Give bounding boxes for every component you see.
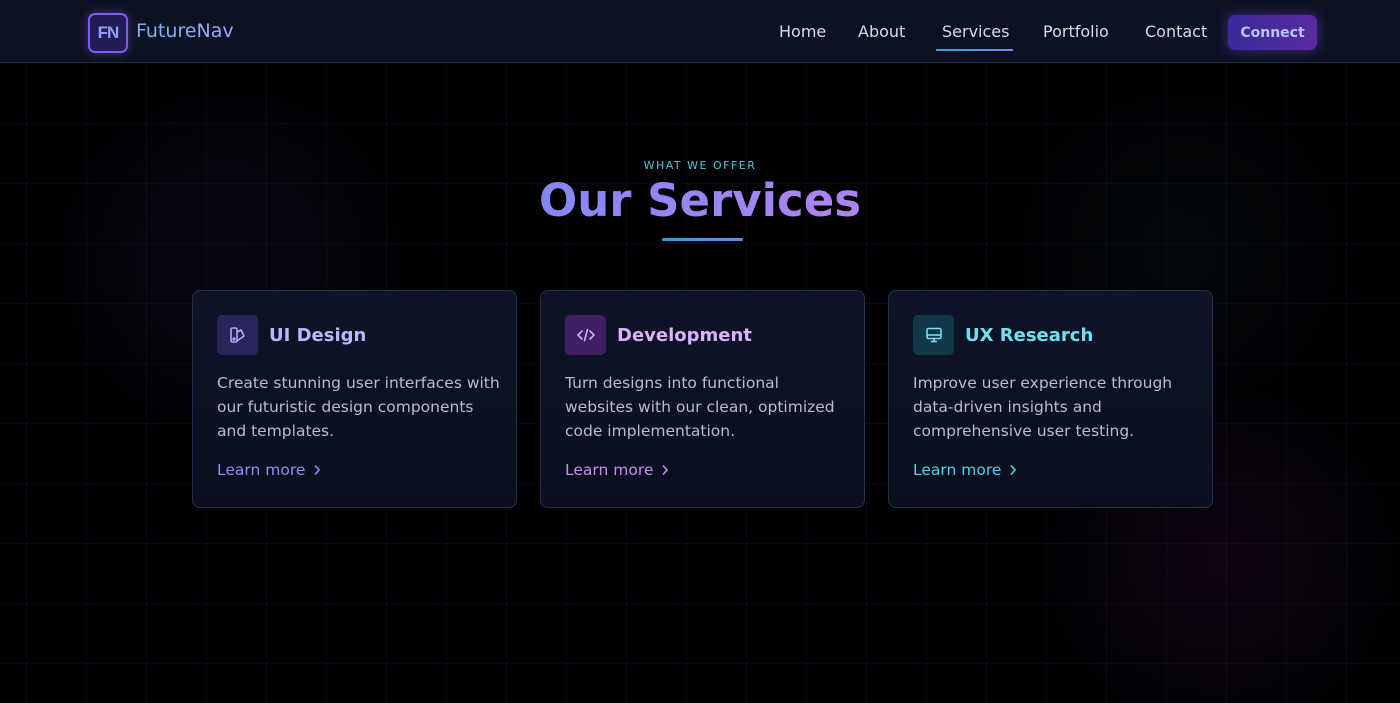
nav-link-services[interactable]: Services — [942, 22, 1009, 41]
card-description: Create stunning user interfaces with our… — [217, 374, 500, 440]
brand-name[interactable]: FutureNav — [136, 20, 234, 42]
card-title: UX Research — [965, 325, 1094, 346]
nav-link-contact[interactable]: Contact — [1145, 22, 1207, 41]
learn-more-link[interactable]: Learn more — [913, 461, 1017, 479]
learn-more-label: Learn more — [217, 461, 306, 479]
palette-icon — [229, 327, 245, 343]
page: FN FutureNav Home About Services Portfol… — [0, 0, 1400, 703]
card-title: UI Design — [269, 325, 367, 346]
service-card-development: Development Turn designs into functional… — [540, 290, 865, 508]
connect-button[interactable]: Connect — [1228, 15, 1317, 50]
card-description: Improve user experience through data-dri… — [913, 374, 1173, 440]
learn-more-label: Learn more — [565, 461, 654, 479]
chevron-right-icon — [662, 464, 669, 476]
nav-link-about[interactable]: About — [858, 22, 905, 41]
ux-research-icon-box — [913, 315, 954, 355]
learn-more-label: Learn more — [913, 461, 1002, 479]
code-icon — [576, 328, 595, 342]
learn-more-link[interactable]: Learn more — [217, 461, 321, 479]
service-card-ui-design: UI Design Create stunning user interface… — [192, 290, 517, 508]
nav-link-portfolio[interactable]: Portfolio — [1043, 22, 1109, 41]
brand-name-part1: Future — [136, 20, 197, 42]
section-title: Our Services — [0, 174, 1400, 227]
ui-design-icon-box — [217, 315, 258, 355]
development-icon-box — [565, 315, 606, 355]
chevron-right-icon — [314, 464, 321, 476]
logo-text: FN — [97, 23, 120, 42]
title-underline — [662, 238, 743, 241]
section-eyebrow: WHAT WE OFFER — [643, 159, 757, 172]
top-navbar: FN FutureNav Home About Services Portfol… — [0, 0, 1400, 63]
card-title: Development — [617, 325, 752, 346]
brand-name-part2: Nav — [196, 20, 234, 42]
logo[interactable]: FN — [88, 13, 128, 53]
card-description: Turn designs into functional websites wi… — [565, 374, 835, 440]
monitor-icon — [925, 327, 942, 343]
active-nav-indicator — [936, 49, 1013, 51]
learn-more-link[interactable]: Learn more — [565, 461, 669, 479]
service-card-ux-research: UX Research Improve user experience thro… — [888, 290, 1213, 508]
nav-link-home[interactable]: Home — [779, 22, 826, 41]
chevron-right-icon — [1010, 464, 1017, 476]
